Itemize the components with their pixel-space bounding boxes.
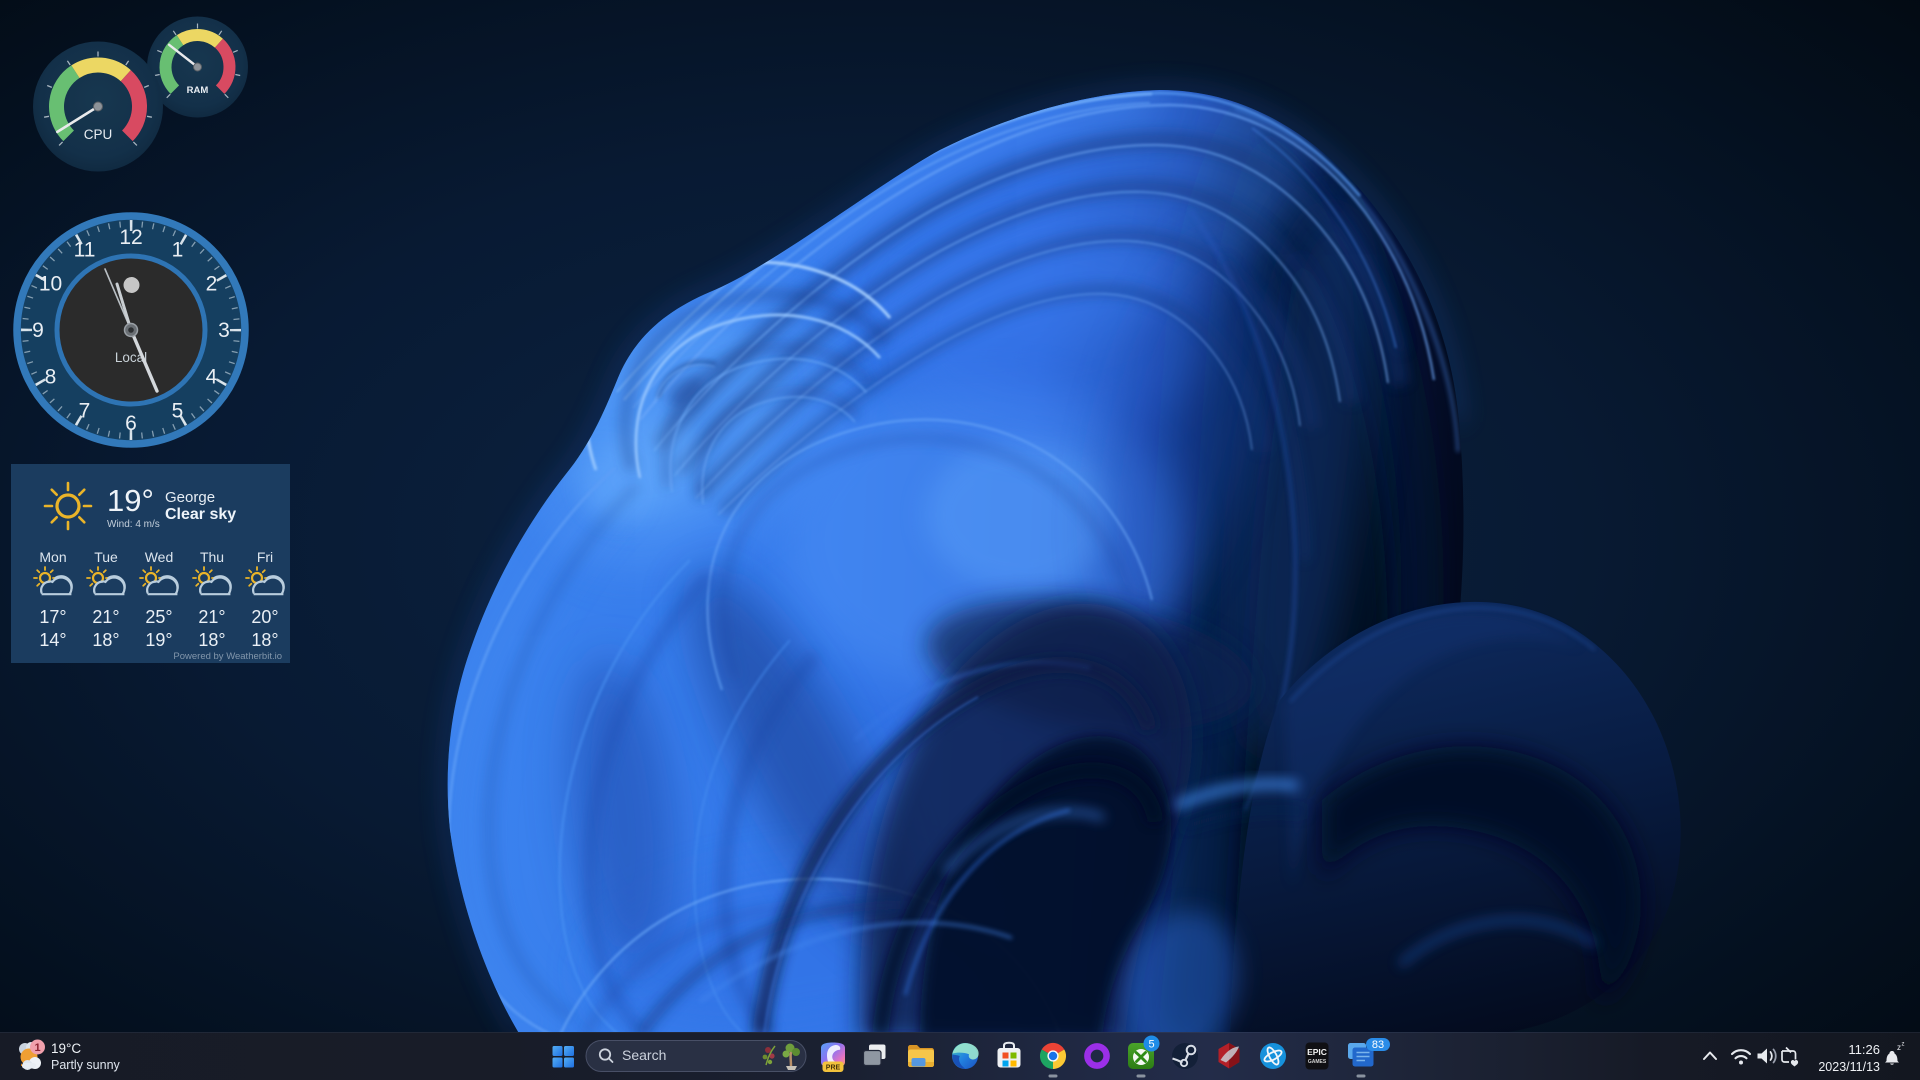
svg-text:10: 10 bbox=[39, 273, 62, 296]
svg-text:PRE: PRE bbox=[826, 1065, 841, 1072]
svg-text:8: 8 bbox=[45, 366, 57, 389]
svg-text:z: z bbox=[1897, 1043, 1901, 1052]
svg-text:1: 1 bbox=[34, 1042, 40, 1054]
svg-text:2: 2 bbox=[206, 273, 218, 296]
svg-text:83: 83 bbox=[1372, 1039, 1384, 1051]
svg-text:11: 11 bbox=[74, 239, 96, 262]
svg-text:CPU: CPU bbox=[84, 127, 113, 142]
svg-text:z: z bbox=[1902, 1042, 1905, 1048]
svg-text:5: 5 bbox=[1148, 1039, 1154, 1051]
svg-text:GAMES: GAMES bbox=[1308, 1059, 1327, 1065]
svg-text:EPIC: EPIC bbox=[1307, 1047, 1327, 1057]
svg-text:3: 3 bbox=[218, 319, 230, 342]
svg-text:9: 9 bbox=[32, 319, 44, 342]
svg-text:5: 5 bbox=[172, 400, 184, 423]
svg-text:7: 7 bbox=[79, 400, 91, 423]
svg-text:RAM: RAM bbox=[187, 85, 209, 96]
svg-text:1: 1 bbox=[172, 239, 184, 262]
svg-text:6: 6 bbox=[125, 412, 137, 435]
svg-text:12: 12 bbox=[119, 226, 142, 249]
svg-text:4: 4 bbox=[206, 366, 218, 389]
